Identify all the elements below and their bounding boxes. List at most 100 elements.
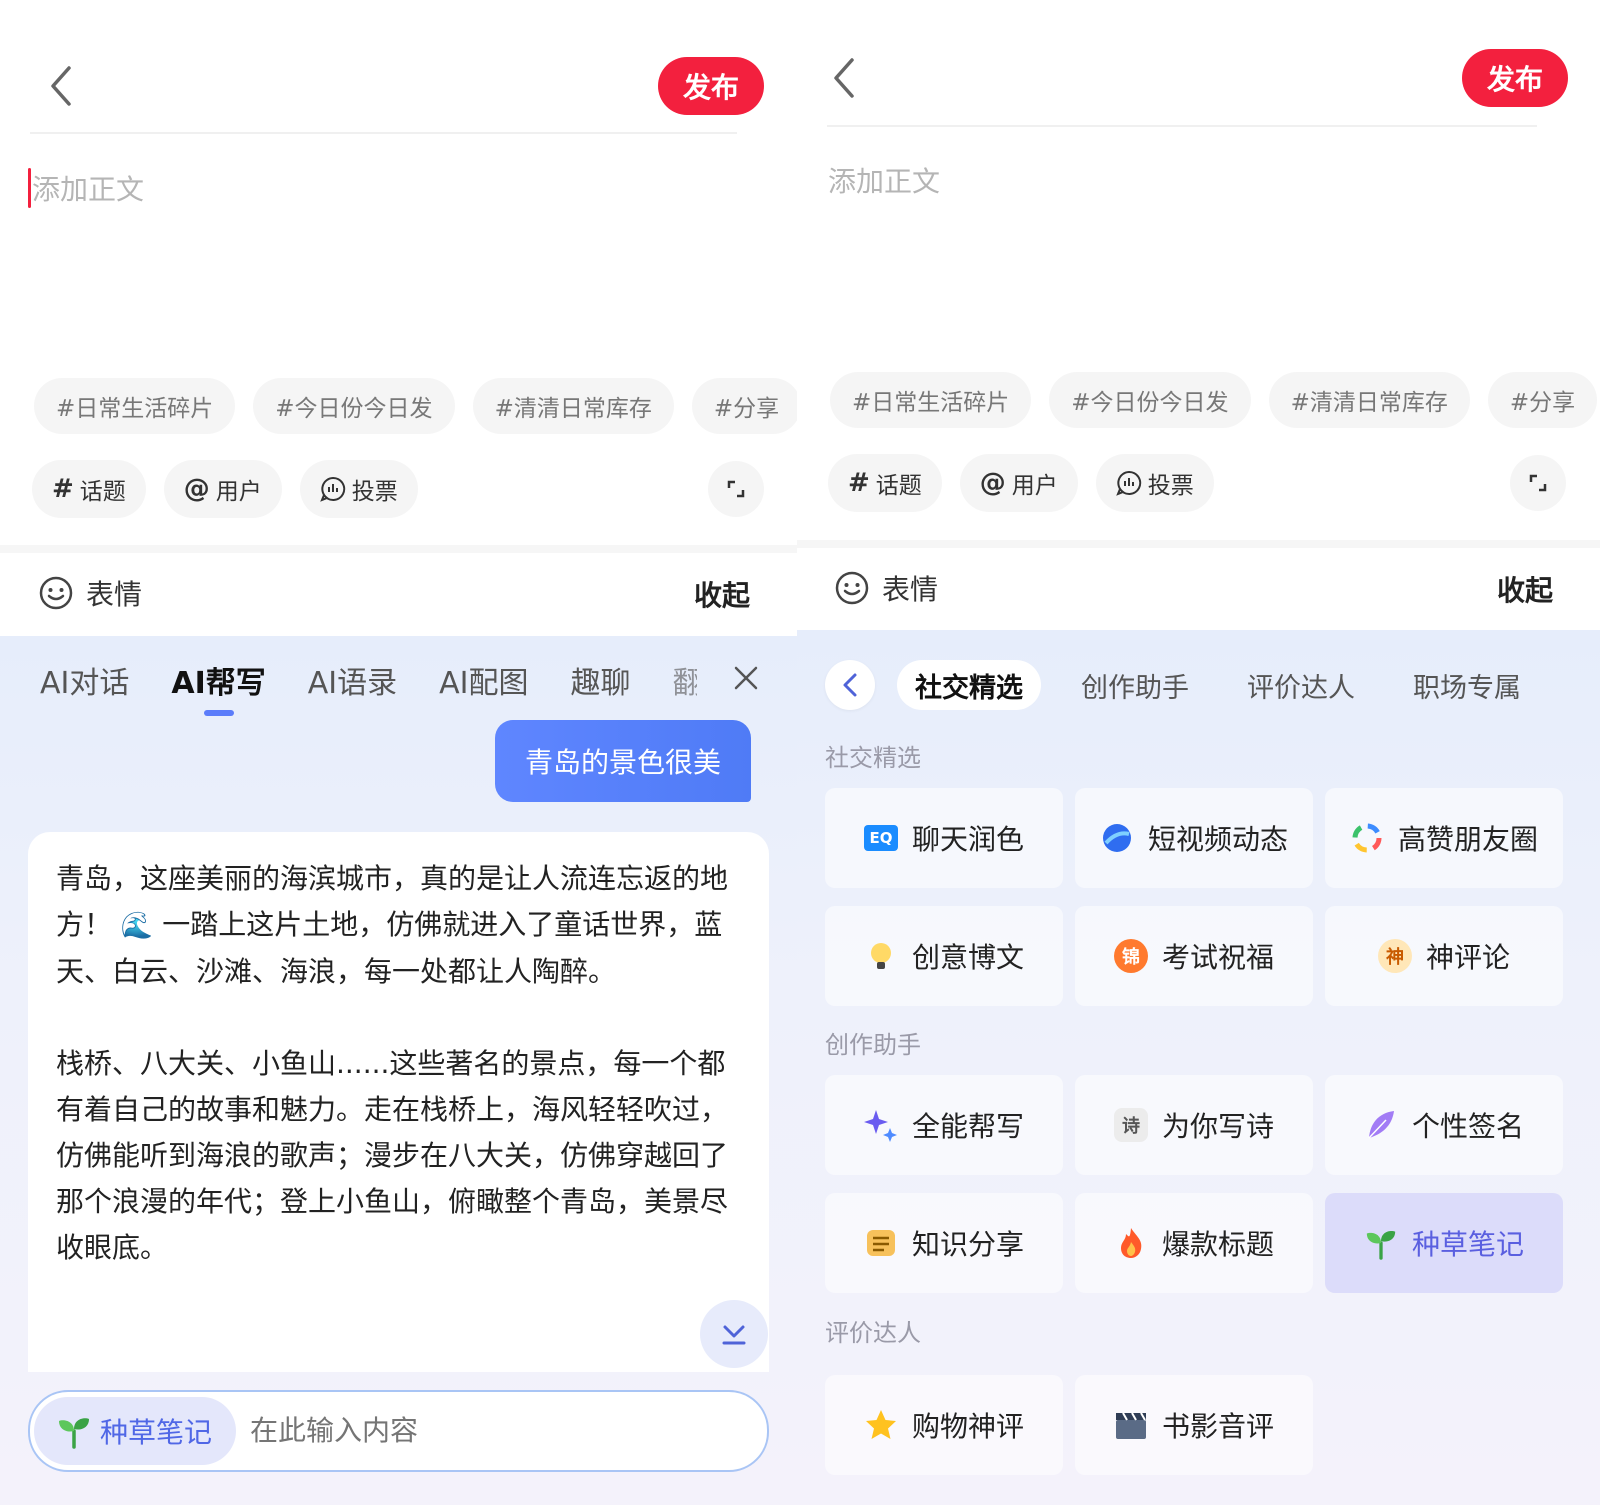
template-card-label: 个性签名	[1411, 1110, 1524, 1143]
collapse-button[interactable]: 收起	[694, 574, 750, 614]
tab-fun-chat[interactable]: 趣聊	[571, 658, 631, 702]
expand-editor-button[interactable]	[708, 461, 764, 517]
template-card[interactable]: 短视频动态	[1075, 788, 1313, 888]
shi-badge-icon: 诗	[1113, 1108, 1148, 1142]
suggested-tag[interactable]: #日常生活碎片	[34, 378, 236, 434]
topic-label: 话题	[875, 473, 922, 499]
jin-badge-icon: 锦	[1113, 939, 1148, 973]
mention-user-button[interactable]: @ 用户	[959, 454, 1078, 512]
template-card[interactable]: 个性签名	[1325, 1075, 1563, 1175]
mode-chip-label: 种草笔记	[100, 1416, 213, 1449]
template-card[interactable]: 诗 为你写诗	[1075, 1075, 1313, 1175]
template-card[interactable]: 神 神评论	[1325, 906, 1563, 1006]
tab-creation-assistant[interactable]: 创作助手	[1063, 660, 1207, 710]
topic-label: 话题	[79, 479, 126, 505]
template-card-label: 知识分享	[911, 1228, 1024, 1261]
template-card-label: 购物神评	[911, 1410, 1024, 1443]
close-ai-panel-button[interactable]	[726, 658, 766, 698]
template-card-label: 聊天润色	[911, 823, 1024, 856]
template-card[interactable]: EQ 聊天润色	[825, 788, 1063, 888]
tab-review-expert[interactable]: 评价达人	[1229, 660, 1373, 710]
template-card[interactable]: 创意博文	[825, 906, 1063, 1006]
mention-user-button[interactable]: @ 用户	[163, 460, 282, 518]
template-card-label: 种草笔记	[1411, 1228, 1524, 1261]
template-card-label: 考试祝福	[1161, 941, 1274, 974]
vote-label: 投票	[1147, 473, 1194, 499]
emoji-toggle[interactable]: 表情	[834, 568, 938, 608]
sprout-icon	[1366, 1231, 1396, 1260]
template-card-label: 为你写诗	[1161, 1110, 1274, 1143]
emoji-label: 表情	[86, 578, 143, 611]
emoji-toggle[interactable]: 表情	[38, 573, 142, 613]
template-card[interactable]: 书影音评	[1075, 1375, 1313, 1475]
ai-prompt-input[interactable]	[250, 1415, 763, 1447]
suggested-tag[interactable]: #分享	[1487, 372, 1598, 428]
template-card[interactable]: 购物神评	[825, 1375, 1063, 1475]
insert-tools: # 话题 @ 用户 投票	[32, 460, 418, 518]
expand-icon	[727, 480, 745, 498]
mode-chip[interactable]: 种草笔记	[34, 1397, 237, 1465]
body-input[interactable]: 添加正文	[32, 168, 144, 208]
section-label: 社交精选	[825, 744, 921, 772]
tab-social-picks[interactable]: 社交精选	[897, 660, 1041, 710]
template-card[interactable]: 全能帮写	[825, 1075, 1063, 1175]
template-card-label: 全能帮写	[911, 1110, 1024, 1143]
answer-paragraph: 青岛，这座美丽的海滨城市，真的是让人流连忘返的地方！ 🌊 一踏上这片土地，仿佛就…	[56, 856, 741, 995]
suggested-tags: #日常生活碎片 #今日份今日发 #清清日常库存 #分享	[830, 372, 1598, 428]
tab-ai-image[interactable]: AI配图	[439, 658, 528, 702]
collapse-button[interactable]: 收起	[1497, 569, 1553, 609]
body-input[interactable]: 添加正文	[828, 160, 940, 200]
notebook-icon	[866, 1230, 895, 1256]
template-card[interactable]: 锦 考试祝福	[1075, 906, 1313, 1006]
chevron-left-icon	[834, 58, 854, 98]
poll-icon	[320, 476, 345, 502]
expand-icon	[1529, 474, 1547, 492]
template-card[interactable]: 高赞朋友圈	[1325, 788, 1563, 888]
suggested-tag[interactable]: #今日份今日发	[253, 378, 455, 434]
template-card-selected[interactable]: 种草笔记	[1325, 1193, 1563, 1293]
chevron-left-icon	[51, 66, 71, 106]
back-button[interactable]	[819, 48, 869, 108]
tab-workplace[interactable]: 职场专属	[1395, 660, 1539, 710]
topic-button[interactable]: # 话题	[32, 460, 146, 518]
template-grid: EQ 聊天润色 短视频动态 高赞朋友圈 创意博文 锦 考试祝福 神 神评论	[825, 788, 1563, 1006]
ai-tab-bar: AI对话 AI帮写 AI语录 AI配图 趣聊 翻	[40, 658, 697, 716]
template-card[interactable]: 爆款标题	[1075, 1193, 1313, 1293]
vote-button[interactable]: 投票	[1095, 454, 1214, 512]
vote-button[interactable]: 投票	[299, 460, 418, 518]
template-card-label: 高赞朋友圈	[1397, 823, 1538, 856]
topic-button[interactable]: # 话题	[828, 454, 942, 512]
sprout-icon	[59, 1418, 89, 1449]
suggested-tags: #日常生活碎片 #今日份今日发 #清清日常库存 #分享	[34, 378, 797, 434]
back-button[interactable]	[36, 56, 86, 116]
suggested-tag[interactable]: #清清日常库存	[472, 378, 674, 434]
chevron-left-icon	[843, 673, 857, 697]
tab-translate[interactable]: 翻	[673, 658, 697, 702]
tab-ai-chat[interactable]: AI对话	[40, 658, 129, 702]
suggested-tag[interactable]: #清清日常库存	[1268, 372, 1470, 428]
section-label: 评价达人	[825, 1319, 921, 1347]
user-label: 用户	[1011, 473, 1058, 499]
suggested-tag[interactable]: #日常生活碎片	[830, 372, 1032, 428]
publish-button[interactable]: 发布	[658, 57, 764, 115]
text-caret	[28, 168, 31, 208]
smiley-icon	[39, 576, 73, 610]
publish-button[interactable]: 发布	[1462, 49, 1568, 107]
tab-ai-quotes[interactable]: AI语录	[308, 658, 397, 702]
sparkle-icon	[863, 1110, 897, 1142]
category-back-button[interactable]	[825, 660, 875, 710]
lightbulb-icon	[870, 943, 891, 969]
tab-ai-write[interactable]: AI帮写	[171, 658, 266, 716]
expand-editor-button[interactable]	[1510, 455, 1566, 511]
suggested-tag[interactable]: #分享	[691, 378, 797, 434]
eq-icon: EQ	[863, 825, 898, 851]
smiley-icon	[835, 571, 869, 605]
suggested-tag[interactable]: #今日份今日发	[1049, 372, 1251, 428]
feather-icon	[1368, 1111, 1394, 1139]
header-divider	[827, 125, 1537, 127]
vote-label: 投票	[351, 479, 398, 505]
scroll-to-bottom-button[interactable]	[700, 1300, 768, 1368]
template-card[interactable]: 知识分享	[825, 1193, 1063, 1293]
answer-text: 一踏上这片土地，仿佛就进入了童话世界，蓝天、白云、沙滩、海浪，每一处都让人陶醉。	[56, 908, 723, 988]
template-card-label: 创意博文	[911, 941, 1024, 974]
